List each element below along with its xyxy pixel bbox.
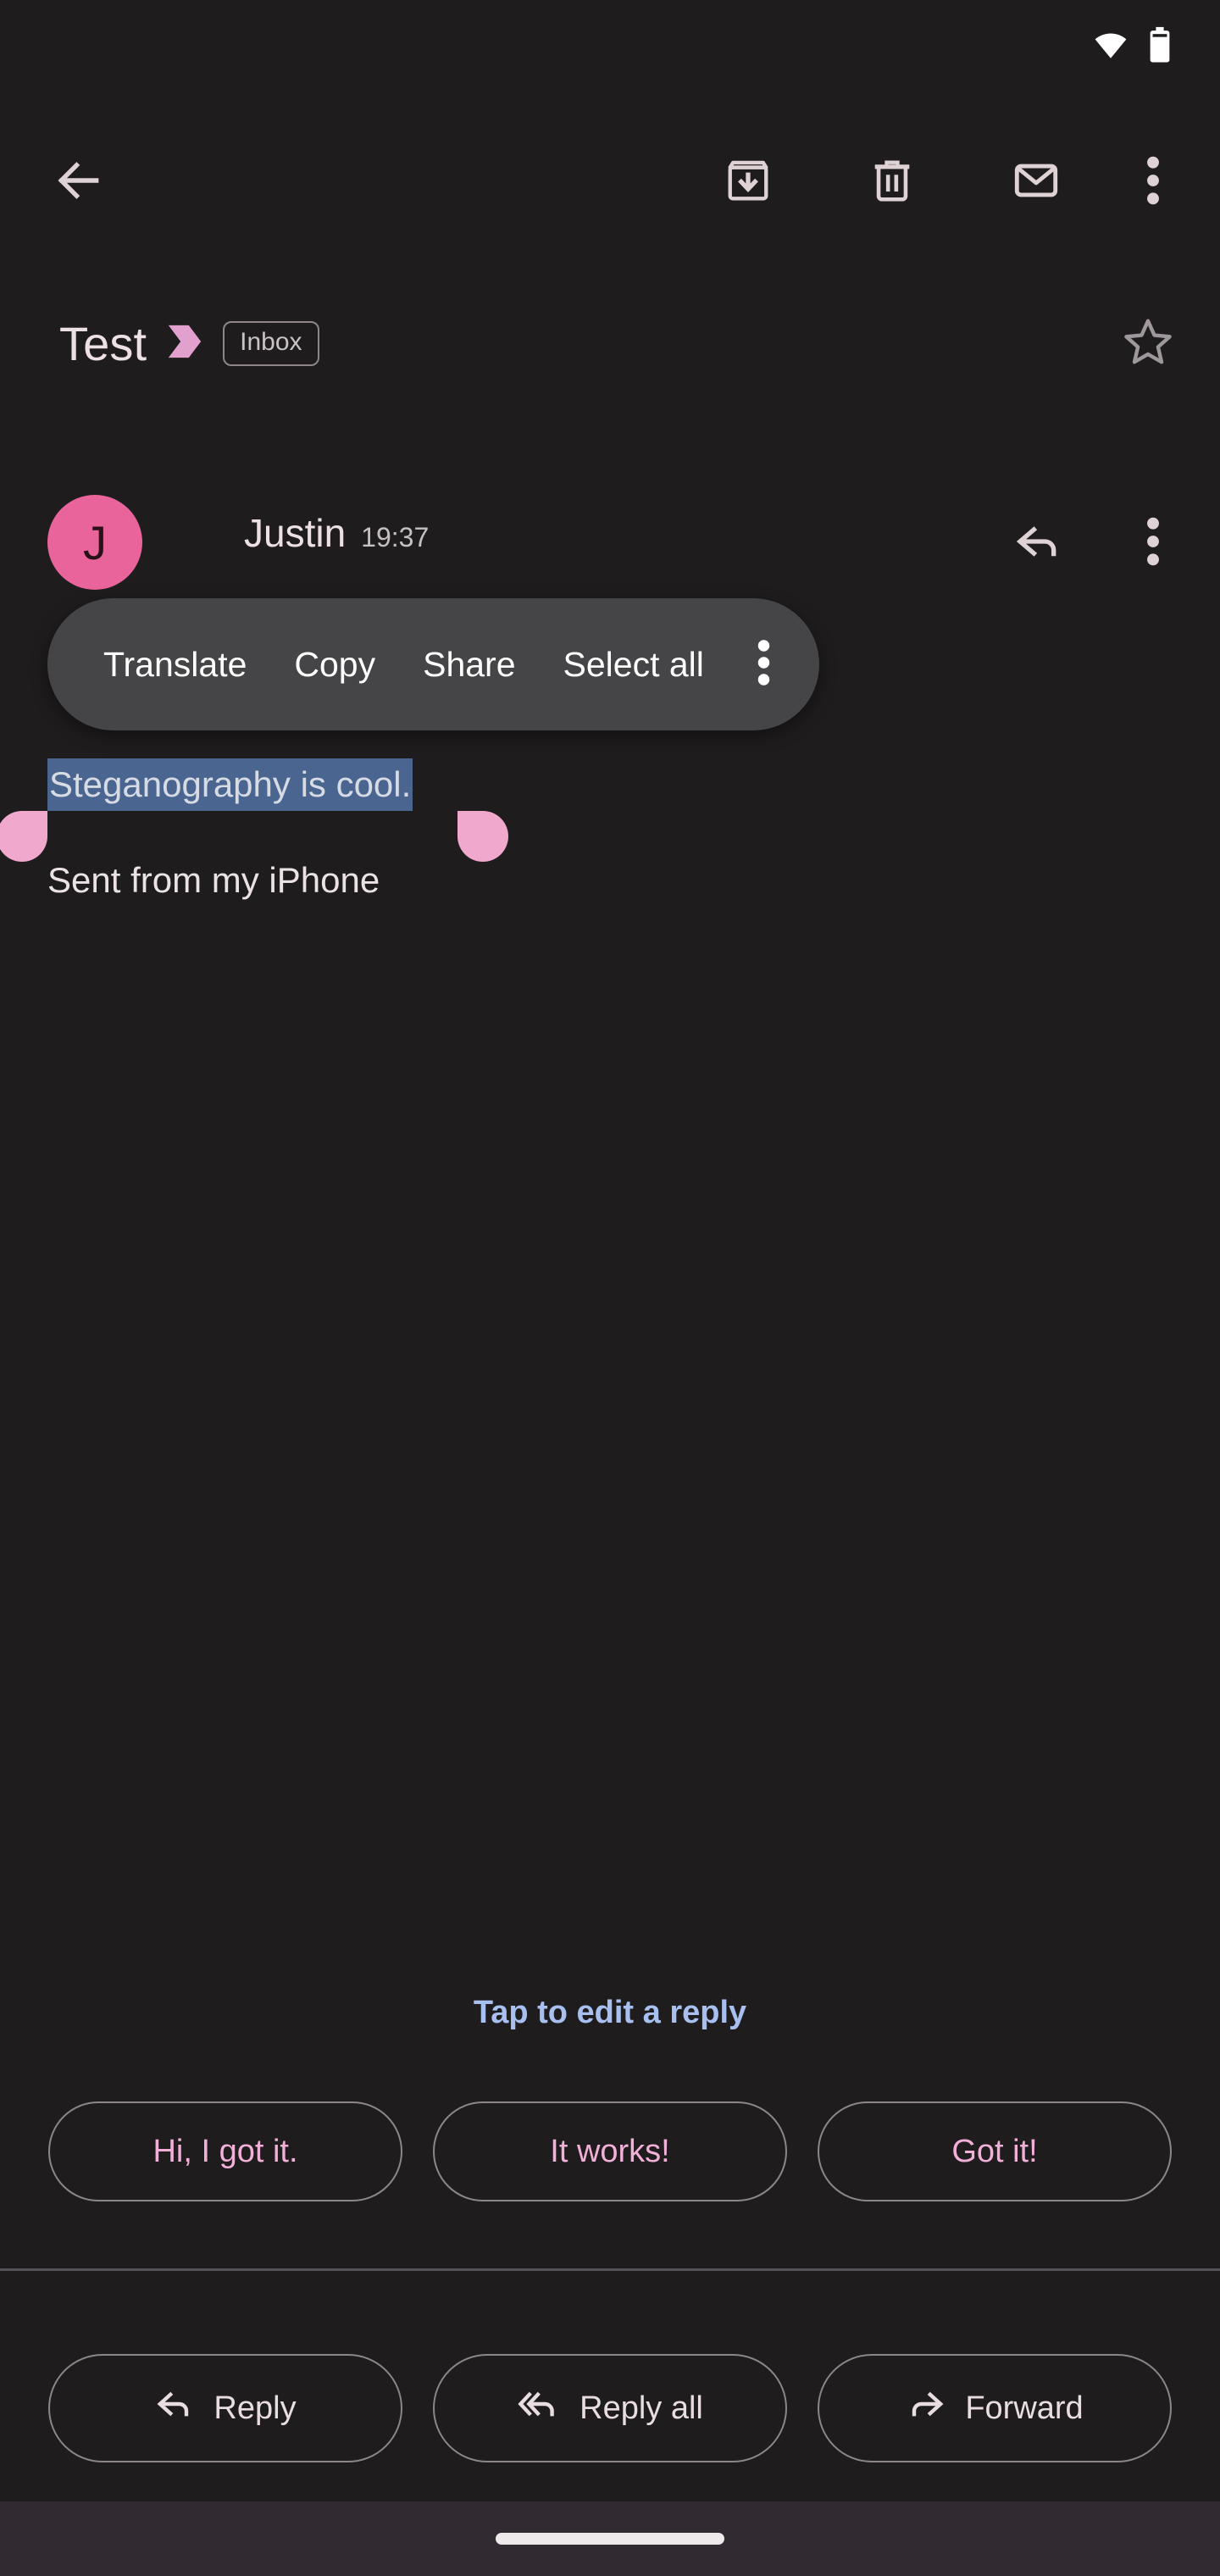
message-action-bar: Reply Reply all Forward <box>0 2354 1220 2462</box>
signature-text[interactable]: Sent from my iPhone <box>47 854 380 907</box>
subject-title: Test <box>59 316 147 370</box>
reply-all-button-label: Reply all <box>580 2390 703 2426</box>
archive-icon <box>724 156 773 209</box>
selection-handle-end[interactable] <box>458 811 508 862</box>
smart-reply-chip-row: Hi, I got it. It works! Got it! <box>0 2101 1220 2201</box>
email-detail-screen: Test Inbox J Justin 19:37 Translate Copy… <box>0 0 1220 2576</box>
star-button[interactable] <box>1101 297 1195 390</box>
smart-reply-chip-1[interactable]: Hi, I got it. <box>48 2101 402 2201</box>
message-reply-button[interactable] <box>991 497 1084 590</box>
top-app-bar <box>0 127 1220 237</box>
selection-handle-start[interactable] <box>0 811 47 862</box>
context-menu-item-copy[interactable]: Copy <box>270 647 399 682</box>
subject-line-group: Test Inbox <box>59 297 319 390</box>
system-navigation-bar <box>0 2501 1220 2576</box>
battery-icon <box>1147 26 1173 68</box>
reply-button-label: Reply <box>214 2390 297 2426</box>
reply-all-arrow-icon <box>517 2384 561 2433</box>
more-vert-icon <box>757 639 770 691</box>
inbox-label-chip[interactable]: Inbox <box>223 320 319 366</box>
forward-button-label: Forward <box>965 2390 1084 2426</box>
reply-arrow-icon <box>1014 518 1062 569</box>
context-menu-item-translate[interactable]: Translate <box>80 647 270 682</box>
back-button[interactable] <box>24 127 134 237</box>
delete-button[interactable] <box>837 127 947 237</box>
reply-button[interactable]: Reply <box>48 2354 402 2462</box>
status-bar <box>0 0 1220 93</box>
wifi-icon <box>1093 27 1128 67</box>
sender-block: Justin 19:37 <box>244 510 429 556</box>
important-chevron-icon[interactable] <box>165 319 204 368</box>
bottom-divider <box>0 2268 1220 2271</box>
mark-unread-envelope-icon <box>1012 156 1061 209</box>
smart-reply-section: Tap to edit a reply Hi, I got it. It wor… <box>0 1974 1220 2201</box>
reply-arrow-icon <box>154 2384 195 2433</box>
context-menu-item-share[interactable]: Share <box>399 647 539 682</box>
sender-name: Justin <box>244 511 347 555</box>
archive-button[interactable] <box>693 127 803 237</box>
message-timestamp: 19:37 <box>361 522 430 552</box>
reply-all-button[interactable]: Reply all <box>433 2354 787 2462</box>
home-gesture-pill[interactable] <box>496 2533 724 2545</box>
back-arrow-icon <box>53 154 105 211</box>
avatar[interactable]: J <box>47 495 142 590</box>
text-selection-context-menu: Translate Copy Share Select all <box>47 598 819 730</box>
more-vert-icon <box>1146 155 1160 210</box>
selected-body-text[interactable]: Steganography is cool. <box>47 758 413 811</box>
context-menu-overflow-button[interactable] <box>728 613 801 715</box>
context-menu-item-select-all[interactable]: Select all <box>540 647 728 682</box>
tap-to-edit-reply-link[interactable]: Tap to edit a reply <box>0 1974 1220 2051</box>
forward-arrow-icon <box>906 2384 946 2433</box>
trash-icon <box>868 156 917 209</box>
app-bar-overflow-button[interactable] <box>1106 127 1200 237</box>
forward-button[interactable]: Forward <box>818 2354 1172 2462</box>
message-header: J Justin 19:37 <box>0 483 1220 602</box>
star-outline-icon <box>1122 315 1174 372</box>
smart-reply-chip-3[interactable]: Got it! <box>818 2101 1172 2201</box>
smart-reply-chip-2[interactable]: It works! <box>433 2101 787 2201</box>
mark-unread-button[interactable] <box>981 127 1091 237</box>
message-overflow-button[interactable] <box>1106 497 1200 590</box>
subject-row: Test Inbox <box>0 297 1220 390</box>
more-vert-icon <box>1146 516 1160 571</box>
